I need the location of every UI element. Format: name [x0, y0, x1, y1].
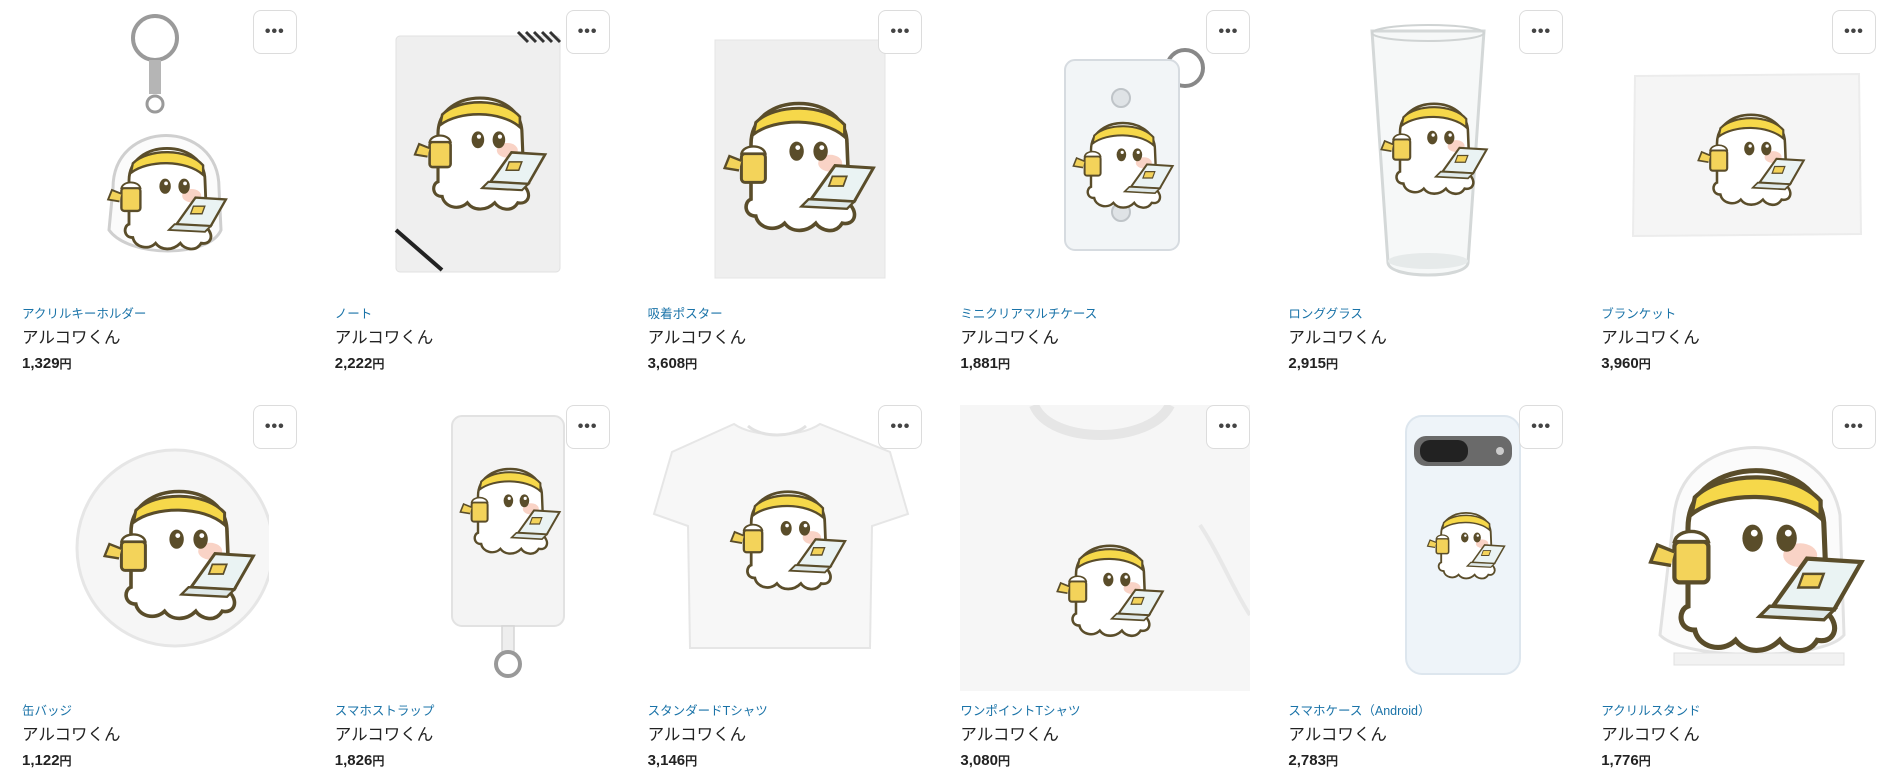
ellipsis-icon: •••	[577, 23, 598, 40]
more-options-button[interactable]: •••	[1831, 405, 1876, 449]
product-title[interactable]: アルコワくん	[22, 328, 313, 348]
product-title[interactable]: アルコワくん	[22, 725, 313, 745]
product-title[interactable]: アルコワくん	[1601, 328, 1892, 348]
product-card[interactable]: ••• アクリルキーホルダー アルコワくん 1,329円	[0, 0, 313, 393]
more-options-button[interactable]: •••	[1206, 10, 1251, 54]
product-card[interactable]: ••• ブランケット アルコワくん 3,960円	[1579, 0, 1892, 393]
product-category-link[interactable]: スマホケース（Android）	[1288, 703, 1579, 719]
product-card[interactable]: ••• スマホケース（Android） アルコワくん 2,783円	[1266, 393, 1579, 778]
product-category-link[interactable]: ミニクリアマルチケース	[960, 306, 1266, 322]
product-price: 3,960円	[1601, 355, 1651, 372]
product-category-link[interactable]: スタンダードTシャツ	[648, 703, 939, 719]
more-options-button[interactable]: •••	[1519, 10, 1564, 54]
more-options-button[interactable]: •••	[878, 10, 923, 54]
product-category-link[interactable]: 吸着ポスター	[648, 306, 939, 322]
more-options-button[interactable]: •••	[878, 405, 923, 449]
ellipsis-icon: •••	[264, 418, 285, 435]
product-price: 3,146円	[647, 752, 698, 769]
more-options-button[interactable]: •••	[565, 405, 610, 449]
product-price: 1,122円	[22, 752, 72, 769]
product-title[interactable]: アルコワくん	[960, 328, 1266, 348]
product-category-link[interactable]: ロンググラス	[1288, 306, 1579, 322]
ellipsis-icon: •••	[1218, 23, 1239, 40]
product-card[interactable]: ••• ノート アルコワくん 2,222円	[313, 0, 626, 393]
product-title[interactable]: アルコワくん	[1288, 328, 1579, 348]
product-category-link[interactable]: ノート	[335, 306, 626, 322]
ellipsis-icon: •••	[1531, 418, 1552, 435]
product-title[interactable]: アルコワくん	[335, 328, 626, 348]
ellipsis-icon: •••	[1218, 418, 1239, 435]
more-options-button[interactable]: •••	[1831, 10, 1876, 54]
product-card[interactable]: ••• 缶バッジ アルコワくん 1,122円	[0, 393, 313, 778]
product-category-link[interactable]: 缶バッジ	[22, 703, 313, 719]
product-price: 3,080円	[960, 752, 1010, 769]
more-options-button[interactable]: •••	[252, 405, 297, 449]
ellipsis-icon: •••	[264, 23, 285, 40]
product-price: 3,608円	[647, 355, 698, 372]
product-category-link[interactable]: ワンポイントTシャツ	[960, 703, 1266, 719]
product-price: 2,222円	[334, 355, 385, 372]
product-title[interactable]: アルコワくん	[648, 328, 939, 348]
product-price: 1,826円	[334, 752, 385, 769]
ellipsis-icon: •••	[577, 418, 598, 435]
product-card[interactable]: ••• 吸着ポスター アルコワくん 3,608円	[626, 0, 939, 393]
more-options-button[interactable]: •••	[1206, 405, 1251, 449]
product-title[interactable]: アルコワくん	[1288, 725, 1579, 745]
ellipsis-icon: •••	[890, 23, 911, 40]
product-image-onepoint-tshirt[interactable]	[960, 403, 1251, 693]
product-category-link[interactable]: アクリルスタンド	[1601, 703, 1892, 719]
product-price: 2,915円	[1288, 355, 1338, 372]
product-category-link[interactable]: スマホストラップ	[335, 703, 626, 719]
ellipsis-icon: •••	[1844, 23, 1864, 40]
product-title[interactable]: アルコワくん	[1601, 725, 1892, 745]
product-card[interactable]: ••• アクリルスタンド アルコワくん 1,776円	[1579, 393, 1892, 778]
product-grid: ••• アクリルキーホルダー アルコワくん 1,329円 ••• ノート アルコ…	[0, 0, 1892, 778]
product-price: 1,776円	[1601, 752, 1651, 769]
product-price: 2,783円	[1288, 752, 1338, 769]
product-title[interactable]: アルコワくん	[960, 725, 1266, 745]
product-category-link[interactable]: ブランケット	[1601, 306, 1892, 322]
more-options-button[interactable]: •••	[1519, 405, 1564, 449]
ellipsis-icon: •••	[1531, 23, 1552, 40]
product-title[interactable]: アルコワくん	[648, 725, 939, 745]
product-price: 1,329円	[22, 355, 72, 372]
product-card[interactable]: ••• ワンポイントTシャツ アルコワくん 3,080円	[938, 393, 1266, 778]
product-price: 1,881円	[960, 355, 1010, 372]
product-card[interactable]: ••• ミニクリアマルチケース アルコワくん 1,881円	[938, 0, 1266, 393]
product-category-link[interactable]: アクリルキーホルダー	[22, 306, 313, 322]
ellipsis-icon: •••	[1844, 418, 1864, 435]
product-card[interactable]: ••• スタンダードTシャツ アルコワくん 3,146円	[626, 393, 939, 778]
more-options-button[interactable]: •••	[565, 10, 610, 54]
product-card[interactable]: ••• ロンググラス アルコワくん 2,915円	[1266, 0, 1579, 393]
product-title[interactable]: アルコワくん	[335, 725, 626, 745]
ellipsis-icon: •••	[890, 418, 911, 435]
product-card[interactable]: ••• スマホストラップ アルコワくん 1,826円	[313, 393, 626, 778]
more-options-button[interactable]: •••	[252, 10, 297, 54]
